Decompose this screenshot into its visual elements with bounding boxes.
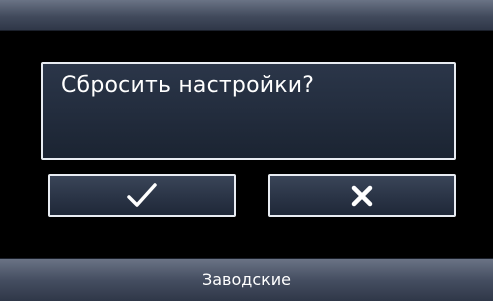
factory-settings-label: Заводские bbox=[201, 270, 292, 289]
check-icon bbox=[127, 182, 157, 209]
confirm-message: Сбросить настройки? bbox=[61, 73, 315, 98]
cancel-button[interactable] bbox=[268, 174, 456, 217]
confirm-button[interactable] bbox=[48, 174, 236, 217]
top-bar bbox=[0, 0, 493, 31]
cross-icon bbox=[351, 185, 373, 207]
bottom-bar[interactable]: Заводские bbox=[0, 258, 493, 301]
confirm-message-box: Сбросить настройки? bbox=[41, 62, 456, 160]
